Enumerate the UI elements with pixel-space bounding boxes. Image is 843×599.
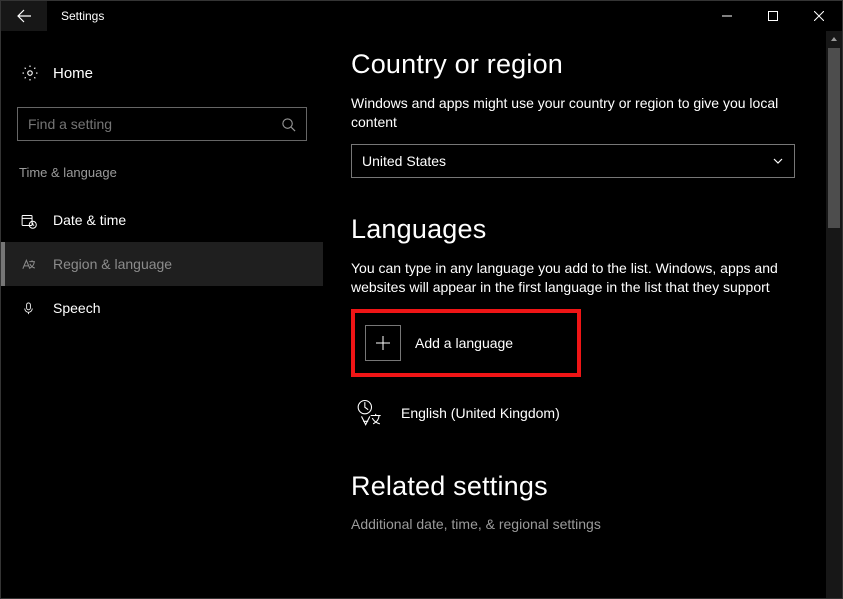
close-button[interactable]: [796, 1, 842, 31]
country-desc: Windows and apps might use your country …: [351, 94, 791, 132]
add-language-button[interactable]: Add a language: [365, 319, 567, 367]
minimize-icon: [722, 11, 732, 21]
language-icon: [19, 256, 37, 273]
search-icon: [281, 117, 296, 132]
languages-heading: Languages: [351, 214, 794, 245]
minimize-button[interactable]: [704, 1, 750, 31]
country-heading: Country or region: [351, 49, 794, 80]
microphone-icon: [19, 300, 37, 317]
sidebar: Home Time & language Date & time Region …: [1, 31, 323, 598]
language-name: English (United Kingdom): [401, 405, 560, 421]
chevron-up-icon: [830, 35, 838, 43]
calendar-clock-icon: [19, 212, 37, 229]
add-language-highlight: Add a language: [351, 309, 581, 377]
arrow-left-icon: [16, 8, 32, 24]
sidebar-item-date-time[interactable]: Date & time: [1, 198, 323, 242]
maximize-icon: [768, 11, 778, 21]
search-box[interactable]: [17, 107, 307, 141]
nav-label: Region & language: [53, 256, 172, 272]
sidebar-item-speech[interactable]: Speech: [1, 286, 323, 330]
scroll-up-arrow[interactable]: [826, 31, 842, 47]
related-link[interactable]: Additional date, time, & regional settin…: [351, 516, 794, 532]
gear-icon: [21, 64, 39, 82]
chevron-down-icon: [772, 155, 784, 167]
add-language-label: Add a language: [415, 335, 513, 351]
sidebar-item-region-language[interactable]: Region & language: [1, 242, 323, 286]
plus-box: [365, 325, 401, 361]
back-button[interactable]: [1, 1, 47, 31]
country-value: United States: [362, 153, 446, 169]
nav-label: Date & time: [53, 212, 126, 228]
main-panel: Country or region Windows and apps might…: [323, 31, 842, 598]
titlebar: Settings: [1, 1, 842, 31]
search-input[interactable]: [28, 116, 281, 132]
plus-icon: [374, 334, 392, 352]
category-label: Time & language: [17, 165, 307, 180]
scrollbar[interactable]: [826, 31, 842, 598]
home-label: Home: [53, 65, 93, 82]
scroll-thumb[interactable]: [828, 48, 840, 228]
language-item[interactable]: English (United Kingdom): [351, 391, 794, 435]
language-pack-icon: [351, 395, 387, 431]
languages-desc: You can type in any language you add to …: [351, 259, 791, 297]
country-dropdown[interactable]: United States: [351, 144, 795, 178]
window-title: Settings: [47, 9, 104, 23]
home-button[interactable]: Home: [17, 53, 307, 93]
nav-label: Speech: [53, 300, 100, 316]
related-heading: Related settings: [351, 471, 794, 502]
maximize-button[interactable]: [750, 1, 796, 31]
close-icon: [814, 11, 824, 21]
